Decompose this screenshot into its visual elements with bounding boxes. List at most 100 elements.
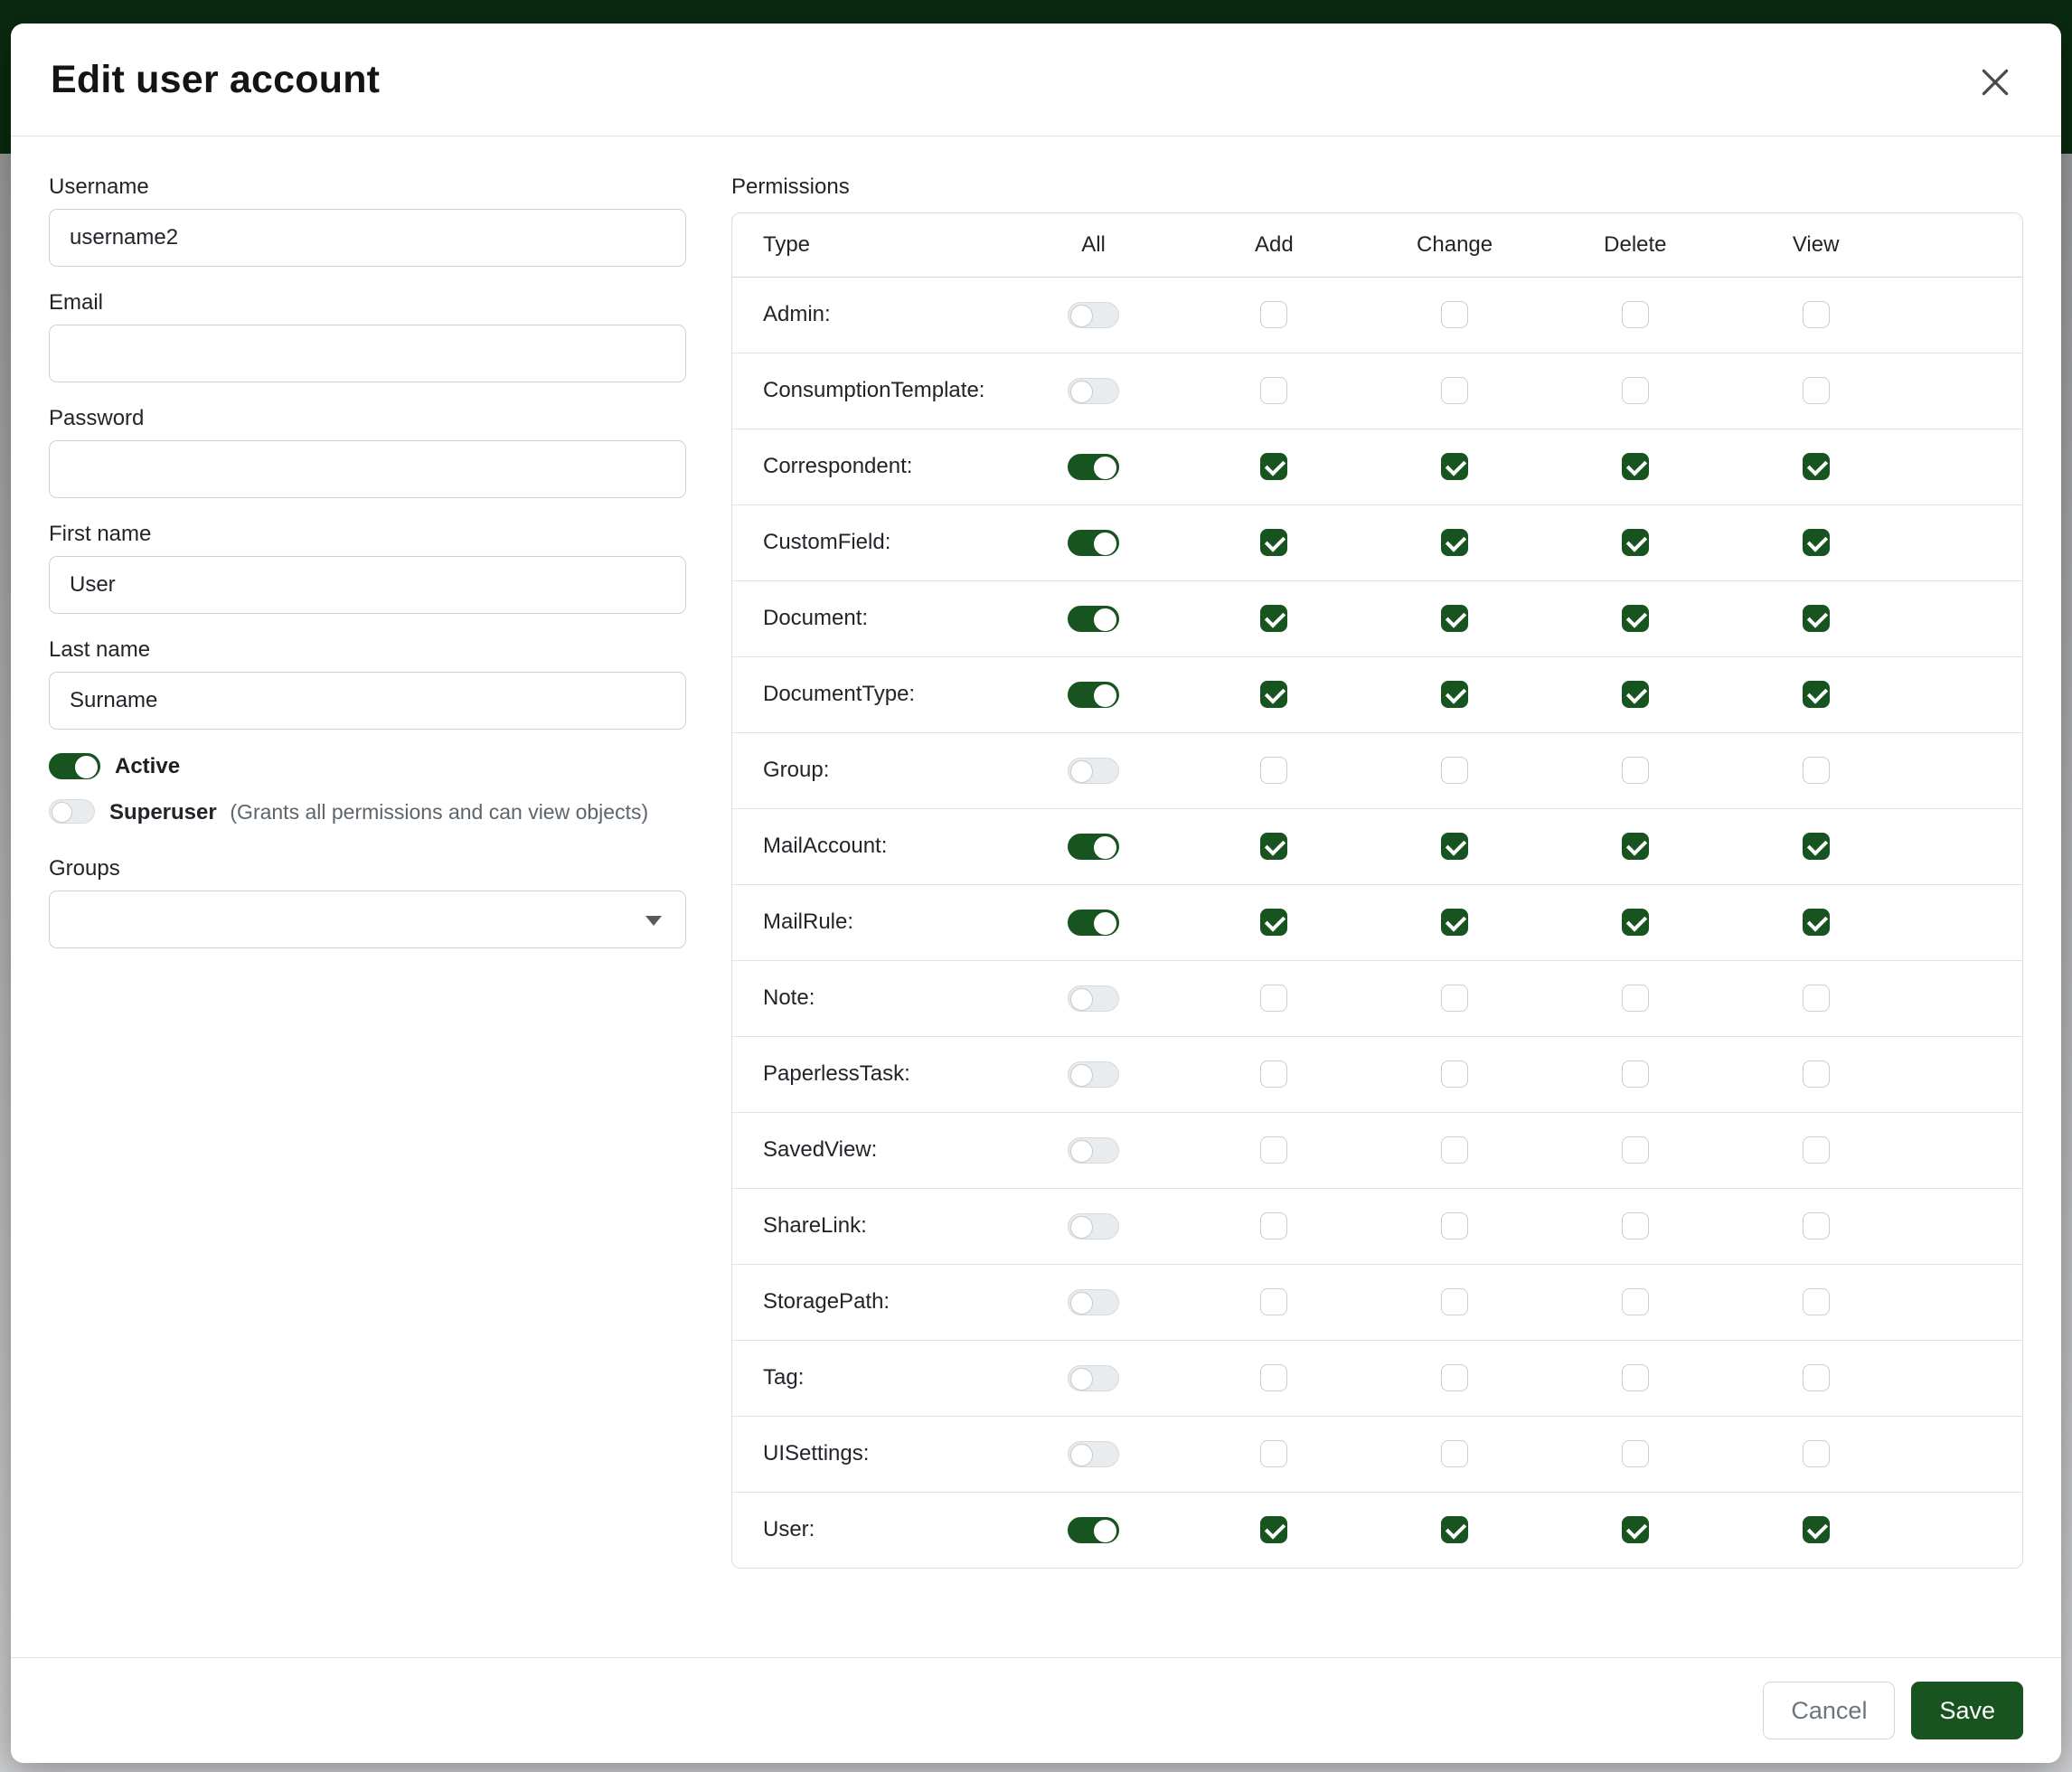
permission-all-toggle[interactable] — [1068, 302, 1119, 328]
permission-delete-checkbox[interactable] — [1622, 757, 1649, 784]
permission-view-checkbox[interactable] — [1803, 1288, 1830, 1315]
username-input[interactable] — [49, 209, 686, 267]
permission-change-checkbox[interactable] — [1441, 1136, 1468, 1164]
permission-delete-checkbox[interactable] — [1622, 833, 1649, 860]
groups-select[interactable] — [49, 891, 686, 948]
permission-change-checkbox[interactable] — [1441, 605, 1468, 632]
permission-delete-checkbox[interactable] — [1622, 453, 1649, 480]
permission-delete-checkbox[interactable] — [1622, 1440, 1649, 1467]
permission-view-checkbox[interactable] — [1803, 1440, 1830, 1467]
permission-change-checkbox[interactable] — [1441, 681, 1468, 708]
permission-all-toggle[interactable] — [1068, 454, 1119, 480]
active-toggle[interactable] — [49, 753, 100, 779]
permission-add-checkbox[interactable] — [1260, 377, 1287, 404]
permission-delete-checkbox[interactable] — [1622, 605, 1649, 632]
permission-view-checkbox[interactable] — [1803, 377, 1830, 404]
permission-all-toggle[interactable] — [1068, 1289, 1119, 1315]
permission-all-toggle[interactable] — [1068, 1213, 1119, 1239]
superuser-toggle[interactable] — [49, 799, 95, 824]
permission-add-checkbox[interactable] — [1260, 1060, 1287, 1088]
first-name-field[interactable] — [49, 556, 686, 614]
permission-add-checkbox[interactable] — [1260, 757, 1287, 784]
permission-all-toggle[interactable] — [1068, 1061, 1119, 1088]
permission-change-checkbox[interactable] — [1441, 1364, 1468, 1391]
permission-add-checkbox[interactable] — [1260, 605, 1287, 632]
permission-view-checkbox[interactable] — [1803, 985, 1830, 1012]
permission-add-checkbox[interactable] — [1260, 453, 1287, 480]
modal-footer: Cancel Save — [11, 1657, 2061, 1763]
permission-all-toggle[interactable] — [1068, 1365, 1119, 1391]
permission-add-checkbox[interactable] — [1260, 1136, 1287, 1164]
close-button[interactable] — [1971, 58, 2020, 107]
last-name-field[interactable] — [49, 672, 686, 730]
permission-view-checkbox[interactable] — [1803, 833, 1830, 860]
table-row: ConsumptionTemplate: — [732, 353, 2022, 429]
permission-all-toggle[interactable] — [1068, 1517, 1119, 1543]
permission-change-checkbox[interactable] — [1441, 1440, 1468, 1467]
permission-add-checkbox[interactable] — [1260, 1288, 1287, 1315]
permission-view-checkbox[interactable] — [1803, 909, 1830, 936]
permission-all-toggle[interactable] — [1068, 1441, 1119, 1467]
permission-add-checkbox[interactable] — [1260, 681, 1287, 708]
permission-all-toggle[interactable] — [1068, 682, 1119, 708]
permission-view-checkbox[interactable] — [1803, 757, 1830, 784]
permission-change-checkbox[interactable] — [1441, 453, 1468, 480]
permission-add-checkbox[interactable] — [1260, 529, 1287, 556]
permission-delete-checkbox[interactable] — [1622, 529, 1649, 556]
permission-change-checkbox[interactable] — [1441, 1060, 1468, 1088]
permission-view-checkbox[interactable] — [1803, 1060, 1830, 1088]
email-field[interactable] — [49, 325, 686, 382]
permission-delete-checkbox[interactable] — [1622, 1212, 1649, 1239]
permission-add-checkbox[interactable] — [1260, 1516, 1287, 1543]
cancel-button[interactable]: Cancel — [1763, 1682, 1895, 1739]
permission-view-checkbox[interactable] — [1803, 1364, 1830, 1391]
permission-add-checkbox[interactable] — [1260, 301, 1287, 328]
permission-delete-checkbox[interactable] — [1622, 301, 1649, 328]
permission-view-checkbox[interactable] — [1803, 529, 1830, 556]
permission-add-checkbox[interactable] — [1260, 985, 1287, 1012]
save-button[interactable]: Save — [1911, 1682, 2023, 1739]
permission-all-toggle[interactable] — [1068, 530, 1119, 556]
permission-change-checkbox[interactable] — [1441, 377, 1468, 404]
permission-view-checkbox[interactable] — [1803, 1516, 1830, 1543]
permission-all-toggle[interactable] — [1068, 910, 1119, 936]
permission-change-checkbox[interactable] — [1441, 301, 1468, 328]
permission-all-toggle[interactable] — [1068, 378, 1119, 404]
permission-all-toggle[interactable] — [1068, 1137, 1119, 1164]
permission-delete-checkbox[interactable] — [1622, 681, 1649, 708]
permission-change-checkbox[interactable] — [1441, 833, 1468, 860]
permission-delete-checkbox[interactable] — [1622, 1136, 1649, 1164]
permission-all-toggle[interactable] — [1068, 834, 1119, 860]
permission-view-checkbox[interactable] — [1803, 1212, 1830, 1239]
permission-delete-checkbox[interactable] — [1622, 1060, 1649, 1088]
permission-all-toggle[interactable] — [1068, 606, 1119, 632]
permission-change-checkbox[interactable] — [1441, 1288, 1468, 1315]
permission-change-checkbox[interactable] — [1441, 985, 1468, 1012]
permission-change-checkbox[interactable] — [1441, 909, 1468, 936]
permission-delete-checkbox[interactable] — [1622, 1516, 1649, 1543]
table-row: ShareLink: — [732, 1188, 2022, 1264]
permission-change-checkbox[interactable] — [1441, 1212, 1468, 1239]
permission-view-checkbox[interactable] — [1803, 1136, 1830, 1164]
permission-add-checkbox[interactable] — [1260, 909, 1287, 936]
permission-delete-checkbox[interactable] — [1622, 985, 1649, 1012]
permission-change-checkbox[interactable] — [1441, 529, 1468, 556]
permission-add-checkbox[interactable] — [1260, 833, 1287, 860]
password-field[interactable] — [49, 440, 686, 498]
permission-change-checkbox[interactable] — [1441, 757, 1468, 784]
permission-all-toggle[interactable] — [1068, 985, 1119, 1012]
permission-view-checkbox[interactable] — [1803, 681, 1830, 708]
permission-delete-checkbox[interactable] — [1622, 909, 1649, 936]
permission-view-checkbox[interactable] — [1803, 301, 1830, 328]
permission-delete-checkbox[interactable] — [1622, 377, 1649, 404]
permission-add-checkbox[interactable] — [1260, 1440, 1287, 1467]
permission-all-toggle[interactable] — [1068, 758, 1119, 784]
permission-view-checkbox[interactable] — [1803, 605, 1830, 632]
permission-view-checkbox[interactable] — [1803, 453, 1830, 480]
permission-delete-checkbox[interactable] — [1622, 1288, 1649, 1315]
table-row: DocumentType: — [732, 656, 2022, 732]
permission-add-checkbox[interactable] — [1260, 1364, 1287, 1391]
permission-add-checkbox[interactable] — [1260, 1212, 1287, 1239]
permission-delete-checkbox[interactable] — [1622, 1364, 1649, 1391]
permission-change-checkbox[interactable] — [1441, 1516, 1468, 1543]
